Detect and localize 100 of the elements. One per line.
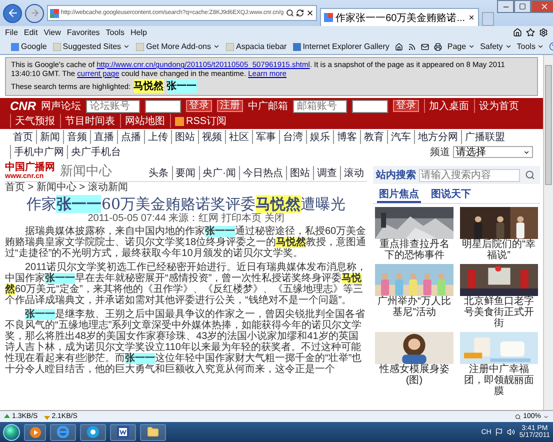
nav-link[interactable]: 图站: [171, 130, 198, 144]
close-button[interactable]: [531, 0, 553, 13]
input-field[interactable]: 论坛账号: [86, 100, 140, 112]
site-link[interactable]: 设为首页: [474, 99, 519, 113]
back-button[interactable]: [3, 4, 22, 22]
command-menu[interactable]: Safety: [480, 42, 512, 51]
media-player-button[interactable]: [24, 424, 46, 440]
favorite-link[interactable]: Internet Explorer Gallery: [292, 42, 390, 51]
section-link[interactable]: 央广·闻: [198, 166, 239, 180]
flag-icon[interactable]: [495, 428, 504, 436]
favorite-link[interactable]: Google: [11, 42, 47, 51]
command-menu[interactable]: Page: [447, 42, 476, 51]
site-link[interactable]: 加入桌面: [424, 99, 469, 113]
photo-caption[interactable]: 广州举办“万人比基尼”活动: [375, 296, 454, 318]
nav-link[interactable]: 娱乐: [306, 130, 333, 144]
search-icon[interactable]: [286, 9, 294, 17]
caret-icon: [543, 414, 549, 420]
input-field[interactable]: 邮箱账号: [293, 100, 347, 112]
nav-link[interactable]: 博客: [333, 130, 360, 144]
nav-link[interactable]: 广播联盟: [461, 130, 508, 144]
menu-item[interactable]: View: [44, 28, 61, 37]
arrow-left-icon: [6, 7, 18, 19]
section-link[interactable]: 要闻: [172, 166, 199, 180]
site-link[interactable]: 天气预报: [10, 114, 55, 128]
caret-icon: [468, 43, 476, 50]
menu-item[interactable]: Help: [130, 28, 147, 37]
section-link[interactable]: 头条: [146, 166, 172, 180]
input-field[interactable]: [145, 100, 181, 112]
site-logo: CNR: [10, 99, 36, 113]
home-icon[interactable]: [513, 28, 522, 37]
photo-caption[interactable]: 北京鲜鱼口老字号美食街正式开街: [460, 296, 538, 329]
favorite-link[interactable]: Aspacia tiebar: [226, 42, 287, 51]
feed-icon[interactable]: [408, 42, 416, 50]
document-icon: [117, 426, 129, 438]
search-icon: [525, 170, 535, 180]
nav-link[interactable]: 军事: [252, 130, 279, 144]
maximize-button[interactable]: [514, 0, 532, 13]
nav-link[interactable]: 央广手机台: [67, 145, 124, 159]
forward-button[interactable]: [25, 4, 44, 22]
section-link[interactable]: 图站: [286, 166, 313, 180]
photo-caption[interactable]: 明星后院们的“幸福说”: [460, 239, 538, 261]
nav-link[interactable]: 汽车: [387, 130, 414, 144]
refresh-icon[interactable]: [296, 9, 304, 17]
nav-link[interactable]: 地方分网: [414, 130, 461, 144]
home-icon[interactable]: [395, 42, 404, 50]
nav-link[interactable]: 直播: [90, 130, 117, 144]
site-button[interactable]: 登录: [186, 100, 212, 112]
close-icon[interactable]: [306, 9, 314, 17]
photo-caption[interactable]: 性感女模展身姿(图): [375, 364, 454, 386]
word-processor-button[interactable]: [110, 424, 136, 440]
nav-link[interactable]: 新闻: [36, 130, 63, 144]
chat-button[interactable]: [80, 424, 106, 440]
photo-caption[interactable]: 注册中广幸福团，即领靓丽面膜: [460, 364, 538, 397]
start-button[interactable]: [3, 424, 20, 440]
input-field[interactable]: [352, 100, 388, 112]
section-link[interactable]: 滚动: [340, 166, 367, 180]
print-icon[interactable]: [434, 42, 442, 50]
favorite-link[interactable]: Suggested Sites: [52, 42, 130, 51]
login-button[interactable]: 登录: [393, 100, 419, 112]
volume-icon[interactable]: [507, 428, 516, 436]
settings-icon[interactable]: [539, 28, 548, 37]
nav-link[interactable]: 教育: [360, 130, 387, 144]
nav-link[interactable]: 首页: [10, 130, 36, 144]
favorite-link[interactable]: Get More Add-ons: [136, 42, 220, 51]
section-link[interactable]: 今日热点: [239, 166, 286, 180]
close-icon[interactable]: [468, 14, 476, 21]
caret-icon: [523, 148, 530, 156]
nav-link[interactable]: 台湾: [279, 130, 306, 144]
site-link[interactable]: RSS订阅: [170, 114, 227, 128]
nav-link[interactable]: 音频: [63, 130, 90, 144]
channel-select[interactable]: 请选择: [453, 146, 533, 158]
menu-item[interactable]: Favorites: [66, 28, 100, 37]
site-link[interactable]: 网站地图: [120, 114, 165, 128]
menu-item[interactable]: Edit: [24, 28, 38, 37]
photo-tab[interactable]: 图说天下: [429, 187, 473, 203]
menu-item[interactable]: File: [5, 28, 18, 37]
nav-link[interactable]: 手机中广网: [10, 145, 67, 159]
nav-link[interactable]: 社区: [225, 130, 252, 144]
search-label: 站内搜索: [376, 168, 416, 182]
site-button[interactable]: 注册: [217, 100, 243, 112]
minimize-button[interactable]: [497, 0, 514, 13]
scrollbar[interactable]: [543, 55, 553, 410]
section-link[interactable]: 调查: [313, 166, 340, 180]
search-button[interactable]: [523, 168, 537, 182]
photo-tab[interactable]: 图片焦点: [377, 187, 421, 203]
menu-item[interactable]: Tools: [106, 28, 124, 37]
page-icon: [136, 42, 144, 50]
nav-link[interactable]: 点播: [117, 130, 144, 144]
explorer-button[interactable]: [140, 424, 166, 440]
browser-tab[interactable]: 作家张一一60万美金贿赂诺...: [320, 8, 480, 26]
browser-icon: [57, 426, 69, 438]
nav-link[interactable]: 上传: [144, 130, 171, 144]
search-term: 张一一: [166, 79, 197, 93]
nav-link[interactable]: 视频: [198, 130, 225, 144]
command-menu[interactable]: Tools: [516, 42, 544, 51]
star-icon[interactable]: [526, 28, 535, 37]
photo-caption[interactable]: 重点排查拉丹名下的恐怖事件: [375, 239, 454, 261]
site-link[interactable]: 节目时间表: [60, 114, 115, 128]
chat-icon: [87, 426, 99, 438]
mail-icon[interactable]: [421, 42, 430, 50]
